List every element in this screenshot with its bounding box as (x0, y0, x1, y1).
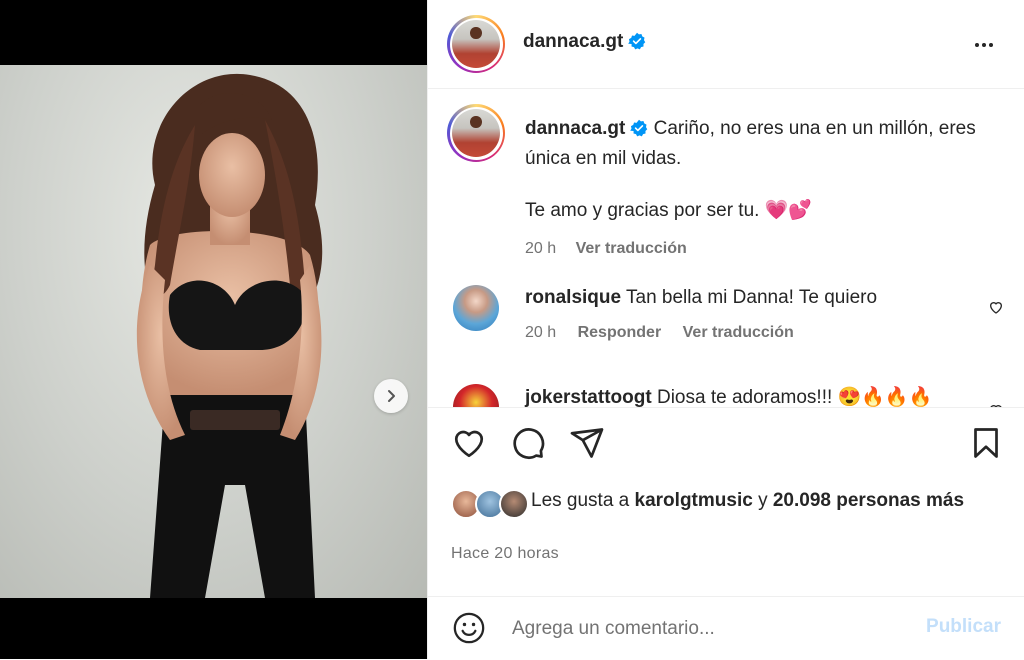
comment-text: Diosa te adoramos!!! 😍🔥🔥🔥 (656, 387, 933, 408)
see-translation-link[interactable]: Ver traducción (576, 240, 687, 257)
post-media (0, 0, 427, 659)
see-translation-link[interactable]: Ver traducción (683, 324, 794, 341)
post-timestamp[interactable]: Hace 20 horas (451, 545, 559, 563)
publish-button[interactable]: Publicar (926, 616, 1001, 638)
like-icon[interactable] (451, 425, 487, 461)
like-comment-icon[interactable] (988, 402, 1004, 408)
author-avatar[interactable] (447, 15, 505, 73)
reply-link[interactable]: Responder (578, 324, 662, 341)
caption-body: dannaca.gt Cariño, no eres una en un mil… (525, 114, 995, 264)
comments-list[interactable]: dannaca.gt Cariño, no eres una en un mil… (428, 89, 1024, 408)
commenter-username[interactable]: ronalsique (525, 287, 621, 308)
portrait-image (136, 73, 323, 598)
comment-text: Tan bella mi Danna! Te quiero (626, 287, 878, 308)
commenter-username[interactable]: jokerstattoogt (525, 387, 652, 407)
comment-time: 20 h (525, 324, 557, 341)
avatar-image (452, 109, 500, 157)
post-sidebar: dannaca.gt dannaca.gt Cariño, no eres un… (427, 0, 1024, 659)
save-icon[interactable] (968, 425, 1004, 461)
like-comment-icon[interactable] (988, 299, 1004, 315)
comment-icon[interactable] (510, 425, 546, 461)
likes-count[interactable]: 20.098 personas más (773, 490, 964, 511)
post-actions (428, 425, 1024, 469)
post-photo[interactable] (0, 65, 427, 598)
caption-line-2: Te amo y gracias por ser tu. 💗💕 (525, 200, 813, 221)
next-photo-button[interactable] (374, 379, 408, 413)
avatar-border (449, 106, 503, 160)
author-username[interactable]: dannaca.gt (523, 31, 646, 53)
liker-avatars[interactable] (451, 489, 529, 519)
chevron-right-icon (388, 390, 395, 402)
likes-connector: y (758, 490, 768, 511)
liker-avatar (499, 489, 529, 519)
verified-badge-icon (630, 119, 648, 137)
avatar-border (449, 17, 503, 71)
emoji-icon[interactable] (452, 611, 486, 645)
avatar-image (452, 20, 500, 68)
post-dialog: dannaca.gt dannaca.gt Cariño, no eres un… (0, 0, 1024, 659)
more-options-icon[interactable] (972, 33, 996, 57)
likes-prefix: Les gusta a (531, 490, 630, 511)
share-icon[interactable] (569, 425, 605, 461)
comment-input[interactable] (510, 613, 894, 645)
caption-meta: 20 h Ver traducción (525, 234, 995, 264)
commenter-avatar[interactable] (453, 384, 499, 407)
add-comment-bar: Publicar (428, 596, 1024, 660)
commenter-avatar[interactable] (453, 285, 499, 331)
post-header: dannaca.gt (428, 0, 1024, 89)
comment-body: ronalsique Tan bella mi Danna! Te quiero (525, 285, 965, 311)
verified-badge-icon (628, 32, 646, 50)
caption-time: 20 h (525, 240, 557, 257)
caption-paragraph: dannaca.gt Cariño, no eres una en un mil… (525, 114, 995, 174)
comment-body: jokerstattoogt Diosa te adoramos!!! 😍🔥🔥🔥 (525, 385, 965, 408)
likes-text: Les gusta a karolgtmusic y 20.098 person… (531, 487, 1001, 514)
comment-meta: 20 h Responder Ver traducción (525, 324, 811, 342)
caption-username[interactable]: dannaca.gt (525, 118, 625, 139)
liker-username[interactable]: karolgtmusic (635, 490, 753, 511)
caption-author-avatar[interactable] (447, 104, 505, 162)
